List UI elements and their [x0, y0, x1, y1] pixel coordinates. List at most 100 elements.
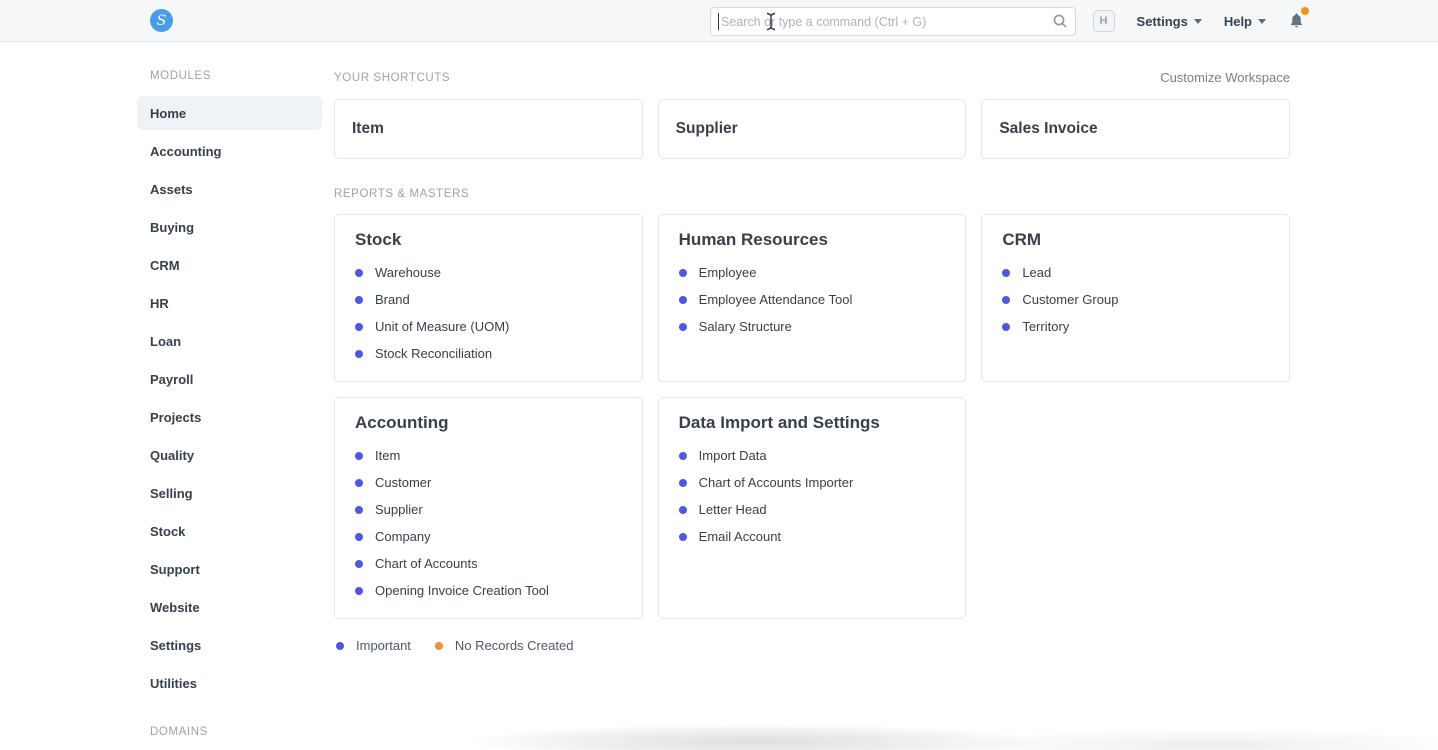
- link-label: Brand: [375, 292, 410, 307]
- help-label: Help: [1224, 14, 1252, 29]
- link-label: Letter Head: [699, 502, 767, 517]
- bullet-icon: [355, 587, 363, 595]
- bullet-icon: [679, 269, 687, 277]
- shortcut-label: Supplier: [676, 120, 738, 138]
- help-menu[interactable]: Help: [1224, 14, 1266, 29]
- link-customer-group[interactable]: Customer Group: [1002, 286, 1269, 313]
- link-label: Supplier: [375, 502, 423, 517]
- bullet-icon: [679, 323, 687, 331]
- legend-label: No Records Created: [455, 638, 574, 653]
- link-lead[interactable]: Lead: [1002, 259, 1269, 286]
- link-salary-structure[interactable]: Salary Structure: [679, 313, 946, 340]
- link-opening-invoice-creation-tool[interactable]: Opening Invoice Creation Tool: [355, 577, 622, 604]
- link-label: Customer: [375, 475, 431, 490]
- link-customer[interactable]: Customer: [355, 469, 622, 496]
- legend-no-records: No Records Created: [435, 638, 574, 653]
- sidebar-item-assets[interactable]: Assets: [137, 172, 322, 206]
- card-stock: Stock Warehouse Brand Unit of Measure (U…: [334, 214, 643, 382]
- search-input[interactable]: [710, 7, 1076, 36]
- sidebar-item-loan[interactable]: Loan: [137, 324, 322, 358]
- link-label: Unit of Measure (UOM): [375, 319, 509, 334]
- bullet-icon: [679, 533, 687, 541]
- link-label: Item: [375, 448, 400, 463]
- shortcut-card-item[interactable]: Item: [334, 99, 643, 159]
- text-caret: [718, 13, 719, 30]
- bullet-icon: [355, 350, 363, 358]
- bullet-icon: [679, 296, 687, 304]
- sidebar-item-buying[interactable]: Buying: [137, 210, 322, 244]
- sidebar-item-settings[interactable]: Settings: [137, 628, 322, 662]
- sidebar-item-accounting[interactable]: Accounting: [137, 134, 322, 168]
- link-item[interactable]: Item: [355, 442, 622, 469]
- bullet-icon: [355, 269, 363, 277]
- link-label: Company: [375, 529, 431, 544]
- sidebar-item-quality[interactable]: Quality: [137, 438, 322, 472]
- link-import-data[interactable]: Import Data: [679, 442, 946, 469]
- customize-workspace-link[interactable]: Customize Workspace: [1160, 70, 1290, 85]
- shortcuts-grid: Item Supplier Sales Invoice: [334, 99, 1290, 159]
- link-label: Employee Attendance Tool: [699, 292, 853, 307]
- link-employee[interactable]: Employee: [679, 259, 946, 286]
- top-navbar: S H Settings Help: [0, 0, 1438, 42]
- card-title: Data Import and Settings: [679, 413, 946, 433]
- sidebar-item-hr[interactable]: HR: [137, 286, 322, 320]
- app-logo[interactable]: S: [150, 9, 173, 32]
- sidebar-item-projects[interactable]: Projects: [137, 400, 322, 434]
- shortcut-card-sales-invoice[interactable]: Sales Invoice: [981, 99, 1290, 159]
- link-label: Import Data: [699, 448, 767, 463]
- link-supplier[interactable]: Supplier: [355, 496, 622, 523]
- link-label: Chart of Accounts Importer: [699, 475, 854, 490]
- bullet-icon: [1002, 323, 1010, 331]
- domains-section-label: Domains: [137, 726, 322, 738]
- notification-badge: [1301, 7, 1309, 15]
- link-label: Employee: [699, 265, 757, 280]
- notifications-button[interactable]: [1288, 11, 1306, 31]
- link-label: Lead: [1022, 265, 1051, 280]
- shortcut-card-supplier[interactable]: Supplier: [658, 99, 967, 159]
- card-human-resources: Human Resources Employee Employee Attend…: [658, 214, 967, 382]
- link-warehouse[interactable]: Warehouse: [355, 259, 622, 286]
- sidebar-item-stock[interactable]: Stock: [137, 514, 322, 548]
- card-data-import-and-settings: Data Import and Settings Import Data Cha…: [658, 397, 967, 619]
- reports-section-label: Reports & Masters: [334, 188, 1290, 200]
- sidebar-item-utilities[interactable]: Utilities: [137, 666, 322, 700]
- shortcut-label: Sales Invoice: [999, 120, 1097, 138]
- link-territory[interactable]: Territory: [1002, 313, 1269, 340]
- link-email-account[interactable]: Email Account: [679, 523, 946, 550]
- link-label: Warehouse: [375, 265, 441, 280]
- sidebar-item-website[interactable]: Website: [137, 590, 322, 624]
- link-employee-attendance-tool[interactable]: Employee Attendance Tool: [679, 286, 946, 313]
- sidebar-item-home[interactable]: Home: [137, 96, 322, 130]
- settings-menu[interactable]: Settings: [1137, 14, 1202, 29]
- user-avatar[interactable]: H: [1093, 10, 1115, 32]
- bullet-icon: [679, 506, 687, 514]
- chevron-down-icon: [1194, 19, 1202, 24]
- shortcuts-section-label: Your Shortcuts: [334, 72, 450, 84]
- reports-grid: Stock Warehouse Brand Unit of Measure (U…: [334, 214, 1290, 619]
- link-uom[interactable]: Unit of Measure (UOM): [355, 313, 622, 340]
- bullet-icon: [355, 479, 363, 487]
- link-brand[interactable]: Brand: [355, 286, 622, 313]
- sidebar-item-selling[interactable]: Selling: [137, 476, 322, 510]
- link-company[interactable]: Company: [355, 523, 622, 550]
- search-icon[interactable]: [1052, 13, 1068, 29]
- bullet-icon: [355, 296, 363, 304]
- empty-grid-cell: [981, 397, 1290, 619]
- link-chart-of-accounts-importer[interactable]: Chart of Accounts Importer: [679, 469, 946, 496]
- card-accounting: Accounting Item Customer Supplier Compan…: [334, 397, 643, 619]
- bullet-icon: [355, 506, 363, 514]
- bullet-icon: [355, 452, 363, 460]
- link-letter-head[interactable]: Letter Head: [679, 496, 946, 523]
- workspace-content: Your Shortcuts Customize Workspace Item …: [334, 42, 1290, 653]
- sidebar-item-payroll[interactable]: Payroll: [137, 362, 322, 396]
- bullet-icon: [1002, 296, 1010, 304]
- bullet-icon: [679, 479, 687, 487]
- link-stock-reconciliation[interactable]: Stock Reconciliation: [355, 340, 622, 367]
- sidebar-item-crm[interactable]: CRM: [137, 248, 322, 282]
- card-title: Stock: [355, 230, 622, 250]
- bullet-icon: [355, 533, 363, 541]
- global-search: [710, 7, 1076, 36]
- link-chart-of-accounts[interactable]: Chart of Accounts: [355, 550, 622, 577]
- link-label: Email Account: [699, 529, 781, 544]
- sidebar-item-support[interactable]: Support: [137, 552, 322, 586]
